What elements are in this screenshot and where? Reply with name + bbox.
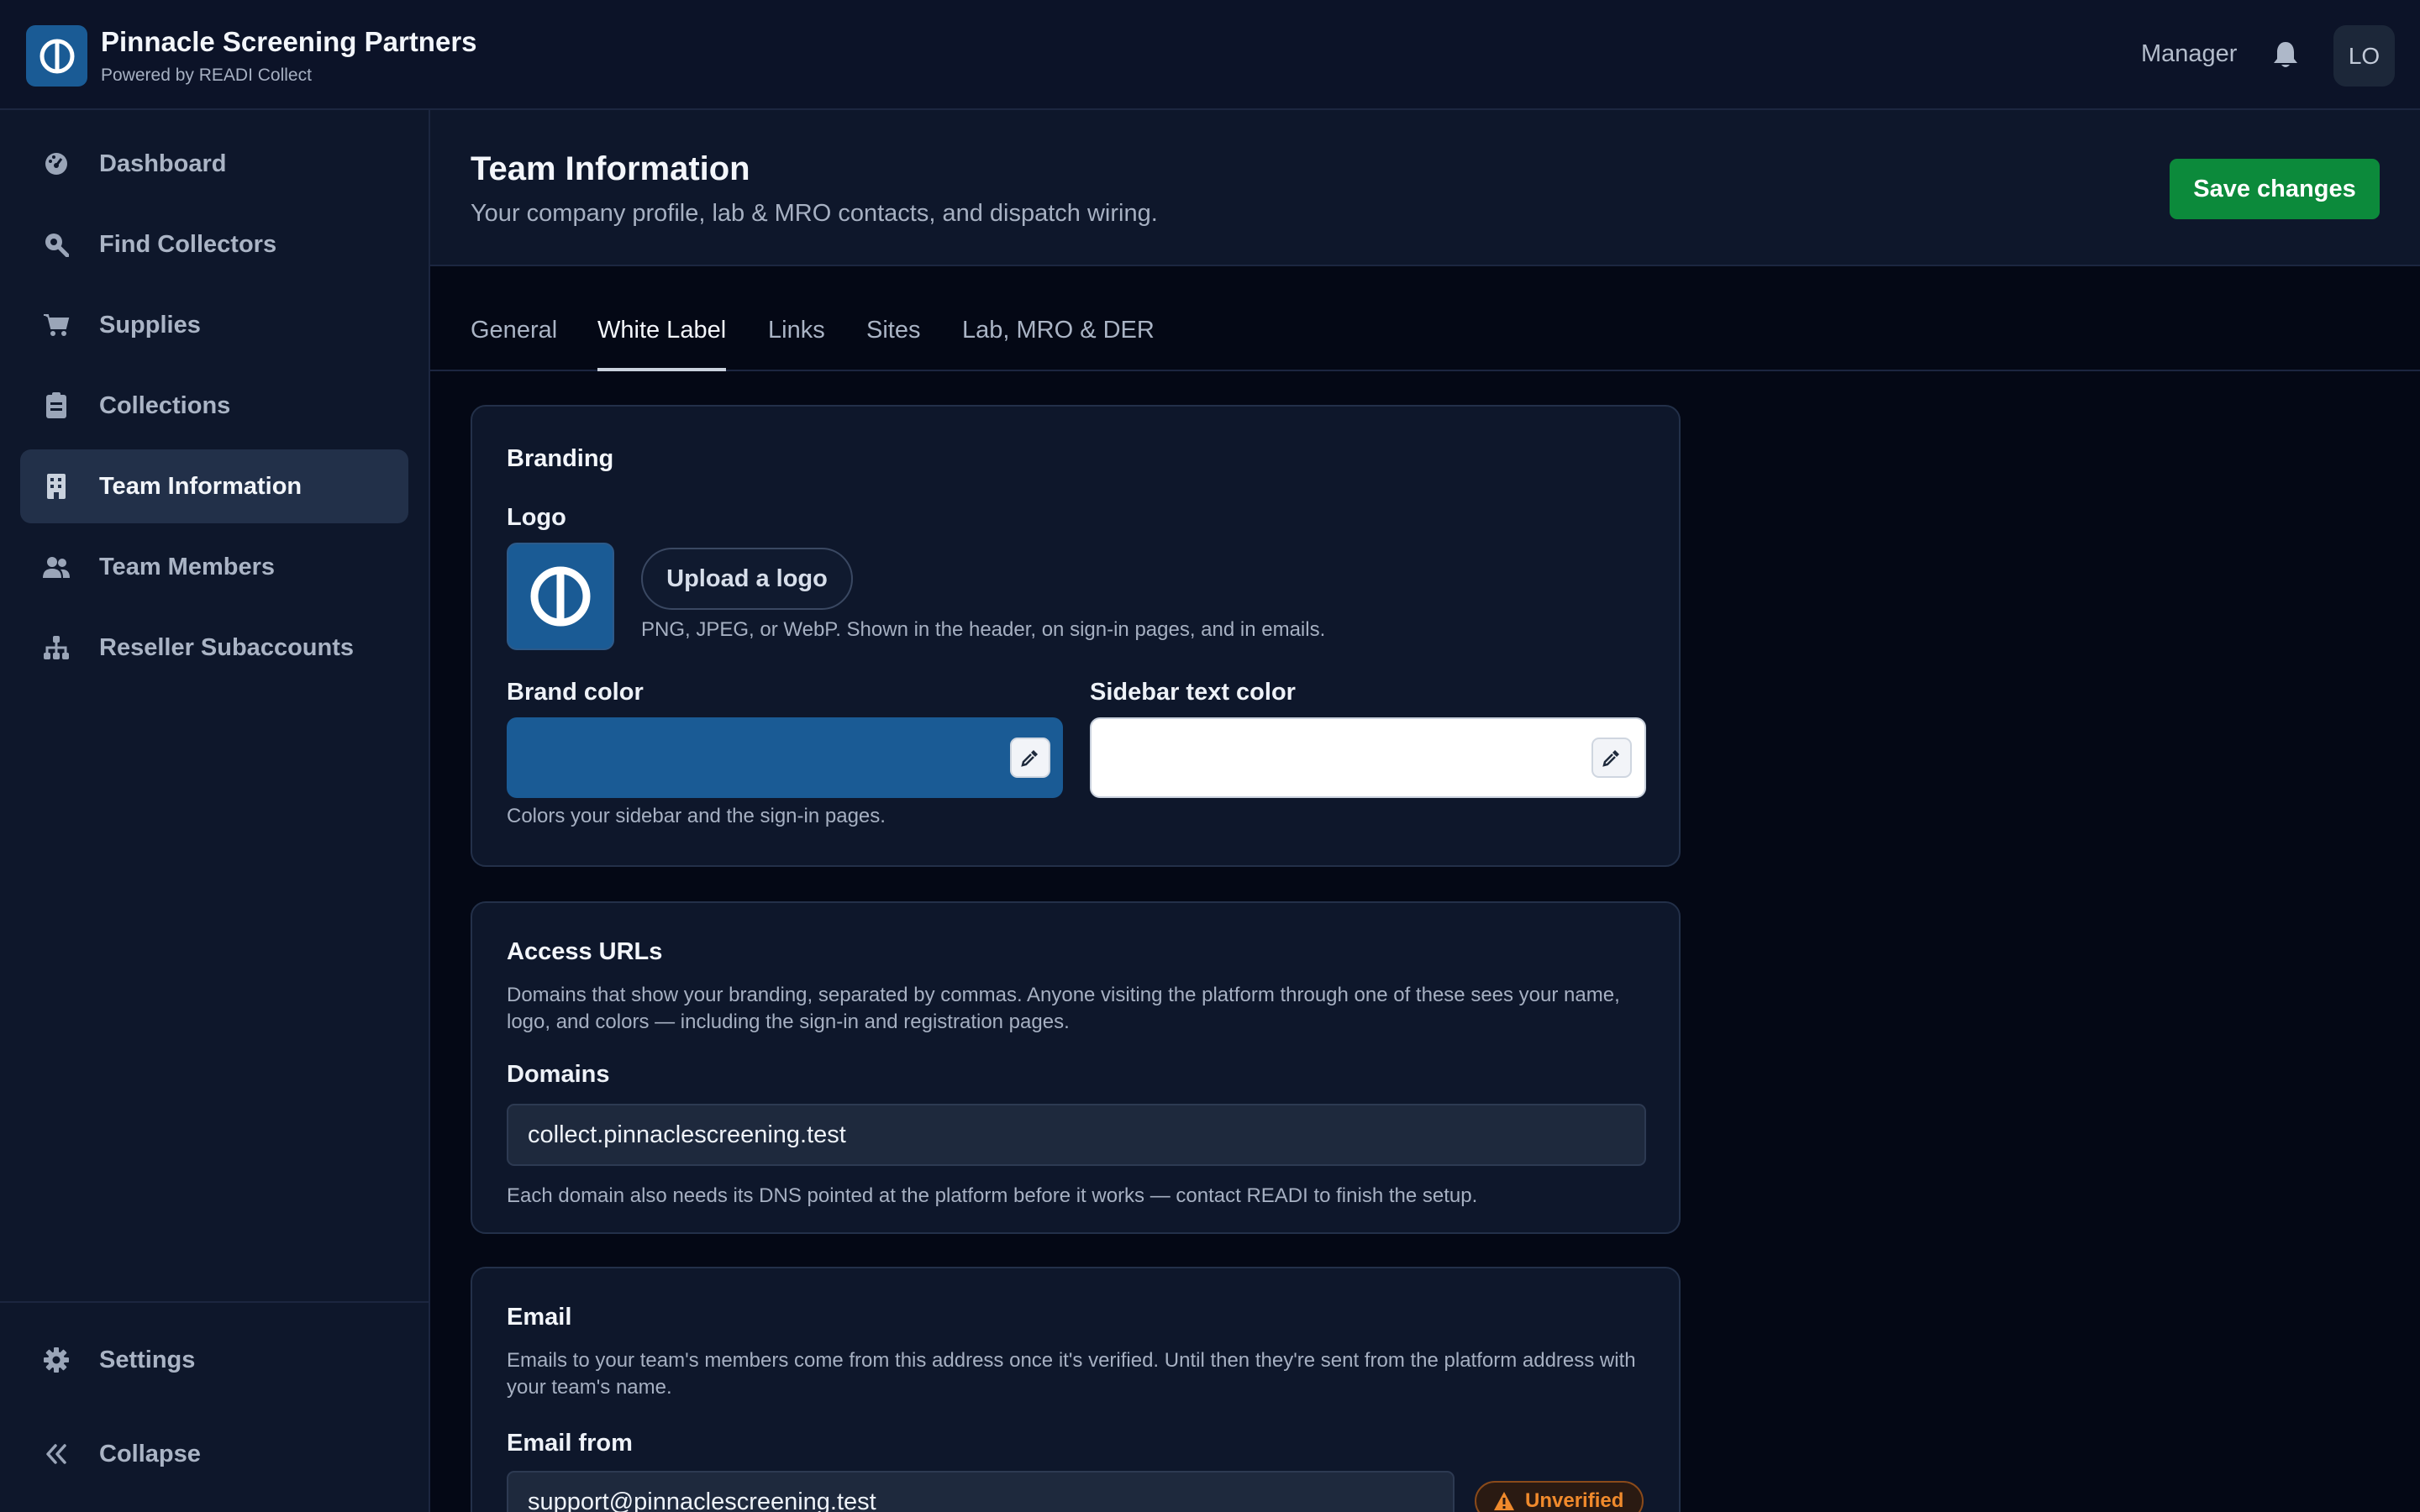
bell-icon[interactable] [2269, 38, 2302, 73]
tab-bar: General White Label Links Sites Lab, MRO… [430, 266, 2420, 371]
upload-logo-button[interactable]: Upload a logo [641, 548, 853, 610]
sidebar-item-label: Dashboard [99, 150, 227, 177]
access-urls-card: Access URLs Domains that show your brand… [471, 901, 1681, 1234]
access-urls-title: Access URLs [507, 938, 663, 965]
eyedropper-icon[interactable] [1591, 738, 1632, 778]
access-urls-description: Domains that show your branding, separat… [507, 984, 1620, 1033]
sidebar-item-find-collectors[interactable]: Find Collectors [20, 207, 408, 281]
sidebar-item-team-members[interactable]: Team Members [20, 530, 408, 604]
sidebar-item-supplies[interactable]: Supplies [20, 288, 408, 362]
search-icon [42, 230, 71, 259]
brand-logo-icon[interactable] [26, 25, 87, 87]
brand-subtitle: Powered by READI Collect [101, 66, 312, 85]
branding-title: Branding [507, 445, 614, 472]
sidebar-item-dashboard[interactable]: Dashboard [20, 127, 408, 201]
sidebar-item-label: Team Information [99, 472, 302, 500]
sidebar-item-label: Reseller Subaccounts [99, 633, 354, 661]
status-badge: Unverified [1475, 1481, 1644, 1512]
sidebar-item-label: Find Collectors [99, 230, 277, 258]
building-icon [42, 472, 71, 501]
cart-icon [42, 311, 71, 339]
domains-help-text: Each domain also needs its DNS pointed a… [507, 1184, 1478, 1207]
sidebar-item-label: Supplies [99, 311, 201, 339]
email-from-input[interactable]: support@pinnaclescreening.test [507, 1471, 1455, 1512]
sidebar-text-color-label: Sidebar text color [1090, 679, 1296, 706]
page-header: Team Information Your company profile, l… [430, 110, 2420, 266]
page-subtitle: Your company profile, lab & MRO contacts… [471, 200, 1158, 227]
save-button[interactable]: Save changes [2170, 159, 2380, 219]
collapse-button[interactable]: Collapse [20, 1417, 408, 1491]
email-title: Email [507, 1304, 572, 1331]
collapse-label: Collapse [99, 1440, 201, 1467]
chevrons-left-icon [42, 1440, 71, 1468]
tab-lab-mro-der[interactable]: Lab, MRO & DER [962, 317, 1155, 371]
clipboard-icon [42, 391, 71, 420]
color-help-text: Colors your sidebar and the sign-in page… [507, 805, 886, 827]
page-title: Team Information [471, 150, 750, 187]
warning-icon [1493, 1491, 1515, 1511]
domains-input[interactable]: collect.pinnaclescreening.test [507, 1104, 1646, 1166]
email-from-label: Email from [507, 1430, 633, 1457]
sidebar-item-reseller-subaccounts[interactable]: Reseller Subaccounts [20, 611, 408, 685]
users-icon [42, 553, 71, 581]
app-root: Pinnacle Screening Partners Powered by R… [0, 0, 2420, 1512]
sidebar-item-settings[interactable]: Settings [20, 1323, 408, 1397]
dashboard-icon [42, 150, 71, 178]
email-description: Emails to your team's members come from … [507, 1349, 1636, 1399]
logo-preview [507, 543, 614, 650]
email-card: Email Emails to your team's members come… [471, 1267, 1681, 1512]
tab-general[interactable]: General [471, 317, 557, 371]
role-label: Manager [2141, 40, 2238, 67]
sidebar-item-team-information[interactable]: Team Information [20, 449, 408, 523]
settings-label: Settings [99, 1346, 196, 1373]
sidebar-item-label: Team Members [99, 553, 275, 580]
brand-color-label: Brand color [507, 679, 644, 706]
sidebar-text-color-swatch[interactable] [1090, 717, 1646, 798]
logo-label: Logo [507, 504, 566, 531]
sidebar-item-label: Collections [99, 391, 231, 419]
tab-sites[interactable]: Sites [866, 317, 920, 371]
status-badge-label: Unverified [1525, 1489, 1624, 1512]
sidebar-divider [0, 1301, 429, 1303]
gear-icon [42, 1346, 71, 1374]
branding-card: Branding Logo Upload a logo PNG, JPEG, o… [471, 405, 1681, 867]
sidebar-item-collections[interactable]: Collections [20, 369, 408, 443]
top-bar: Pinnacle Screening Partners Powered by R… [0, 0, 2420, 110]
eyedropper-icon[interactable] [1010, 738, 1050, 778]
domains-label: Domains [507, 1061, 610, 1088]
tab-links[interactable]: Links [768, 317, 825, 371]
tab-white-label[interactable]: White Label [597, 317, 727, 371]
brand-color-swatch[interactable] [507, 717, 1063, 798]
upload-help-text: PNG, JPEG, or WebP. Shown in the header,… [641, 618, 1326, 641]
avatar[interactable]: LO [2333, 25, 2395, 87]
brand-title: Pinnacle Screening Partners [101, 26, 477, 57]
hierarchy-icon [42, 633, 71, 662]
